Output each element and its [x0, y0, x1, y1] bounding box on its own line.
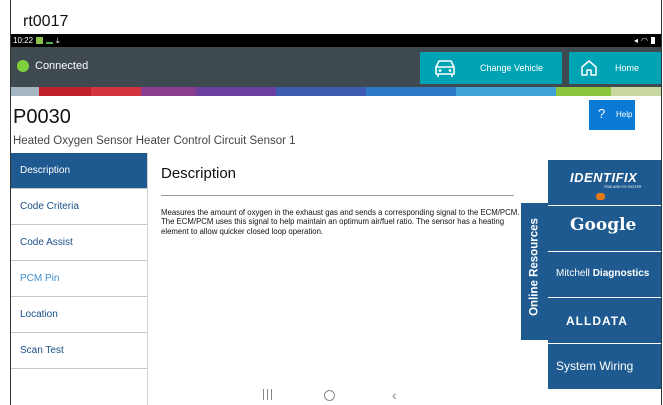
- top-toolbar: Connected Change Vehicle Home: [11, 47, 661, 87]
- resource-alldata-button[interactable]: ALLDATA: [548, 298, 661, 344]
- download-icon: ⤓: [56, 36, 60, 45]
- help-icon: ?: [598, 106, 606, 121]
- app-notification-icon: [36, 37, 44, 44]
- help-button[interactable]: ? Help: [589, 100, 635, 130]
- sidebar-item-description[interactable]: Description: [11, 153, 147, 189]
- sidebar-item-code-assist[interactable]: Code Assist: [11, 225, 147, 261]
- system-wiring-label: System Wiring: [556, 359, 634, 373]
- sidebar-nav: Description Code Criteria Code Assist PC…: [11, 153, 148, 405]
- identifix-badge-icon: [596, 193, 605, 200]
- trouble-code: P0030: [13, 106, 71, 128]
- app-window: rt0017 10:22 ⤓ ◂ ◠ Connected Change Vehi…: [10, 0, 662, 405]
- connected-indicator-icon: [17, 60, 29, 72]
- status-time: 10:22: [13, 36, 34, 45]
- connection-label: Connected: [35, 60, 89, 72]
- home-button[interactable]: Home: [569, 52, 661, 84]
- android-status-bar: 10:22 ⤓ ◂ ◠: [11, 34, 661, 47]
- identifix-logo: IDENTIFIX: [570, 170, 638, 185]
- section-heading: Description: [161, 165, 237, 182]
- online-resources-tab[interactable]: Online Resources: [521, 203, 548, 340]
- window-title: rt0017: [23, 13, 69, 30]
- online-resources-panel: IDENTIFIX FIND AND FIX FASTER Google Mit…: [548, 160, 661, 390]
- sidebar-item-pcm-pin[interactable]: PCM Pin: [11, 261, 147, 297]
- brand-color-strip: [11, 87, 661, 96]
- wifi-icon: ◠: [641, 36, 648, 45]
- google-logo: Google: [570, 215, 637, 235]
- resource-identifix-button[interactable]: IDENTIFIX FIND AND FIX FASTER: [548, 160, 661, 206]
- connection-status: Connected: [17, 60, 88, 72]
- mute-icon: ◂: [634, 36, 639, 45]
- change-vehicle-button[interactable]: Change Vehicle: [420, 52, 562, 84]
- description-text: Measures the amount of oxygen in the exh…: [161, 208, 520, 236]
- window-titlebar: rt0017: [11, 0, 661, 34]
- sidebar-item-code-criteria[interactable]: Code Criteria: [11, 189, 147, 225]
- section-divider: [161, 195, 514, 196]
- home-icon: [580, 59, 598, 79]
- sidebar-item-scan-test[interactable]: Scan Test: [11, 333, 147, 369]
- sidebar-item-location[interactable]: Location: [11, 297, 147, 333]
- recent-apps-icon[interactable]: [263, 389, 274, 402]
- car-icon: [432, 58, 458, 80]
- resource-mitchell-button[interactable]: Mitchell Diagnostics: [548, 252, 661, 298]
- back-chevron-icon[interactable]: ‹: [392, 387, 397, 403]
- change-vehicle-label: Change Vehicle: [480, 63, 544, 73]
- alldata-logo: ALLDATA: [566, 314, 628, 328]
- help-label: Help: [616, 110, 633, 119]
- battery-icon: [651, 37, 655, 44]
- home-circle-icon[interactable]: [324, 390, 335, 401]
- home-label: Home: [615, 63, 640, 73]
- resource-google-button[interactable]: Google: [548, 206, 661, 252]
- identifix-tagline: FIND AND FIX FASTER: [604, 185, 642, 189]
- usb-icon: [46, 38, 54, 44]
- resource-system-wiring-button[interactable]: System Wiring: [548, 344, 661, 390]
- online-resources-label: Online Resources: [528, 218, 541, 316]
- code-title: Heated Oxygen Sensor Heater Control Circ…: [13, 135, 296, 147]
- android-nav-bar: ‹: [11, 385, 661, 405]
- mitchell-logo: Mitchell Diagnostics: [556, 268, 650, 279]
